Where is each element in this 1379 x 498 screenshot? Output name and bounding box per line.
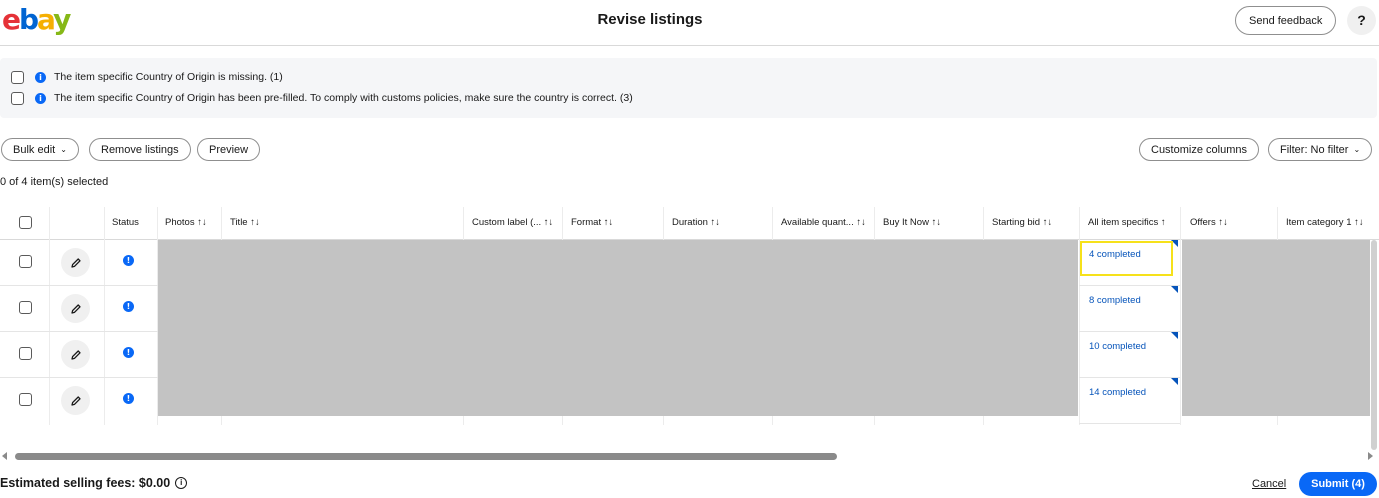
item-specifics-cell[interactable]: 8 completed (1079, 286, 1180, 332)
status-info-icon[interactable]: ! (123, 347, 134, 358)
send-feedback-button[interactable]: Send feedback (1235, 6, 1337, 35)
page-title: Revise listings (597, 11, 703, 28)
notice-text: The item specific Country of Origin is m… (54, 71, 283, 83)
notice-text: The item specific Country of Origin has … (54, 92, 633, 104)
customize-columns-button[interactable]: Customize columns (1139, 138, 1259, 161)
edit-listing-button[interactable] (61, 386, 90, 415)
pencil-icon (70, 303, 81, 314)
column-divider (49, 207, 50, 425)
scroll-left-arrow-icon[interactable] (2, 452, 7, 460)
item-specifics-link[interactable]: 8 completed (1089, 295, 1141, 306)
edit-listing-button[interactable] (61, 248, 90, 277)
info-icon: i (35, 92, 46, 104)
select-all-checkbox[interactable] (19, 216, 32, 229)
item-specifics-cell[interactable]: 10 completed (1079, 332, 1180, 378)
bulk-edit-button[interactable]: Bulk edit ⌄ (1, 138, 79, 161)
column-header-title[interactable]: Title ↑↓ (230, 207, 260, 239)
edit-listing-button[interactable] (61, 340, 90, 369)
row-divider (0, 377, 158, 378)
info-icon[interactable]: i (175, 477, 188, 489)
column-header-starting-bid[interactable]: Starting bid ↑↓ (992, 207, 1052, 239)
bulk-edit-label: Bulk edit (13, 143, 56, 156)
column-header-photos[interactable]: Photos ↑↓ (165, 207, 207, 239)
row-checkbox[interactable] (19, 393, 32, 406)
status-info-icon[interactable]: ! (123, 393, 134, 404)
column-header-status: Status (112, 217, 139, 228)
filter-label: Filter: No filter (1280, 143, 1349, 156)
edit-listing-button[interactable] (61, 294, 90, 323)
vertical-scrollbar[interactable] (1371, 240, 1377, 450)
column-header-custom-label[interactable]: Custom label (... ↑↓ (472, 207, 560, 239)
pencil-icon (70, 257, 81, 268)
redacted-listing-data (158, 240, 1078, 416)
cell-marker-icon (1171, 240, 1178, 247)
cell-marker-icon (1171, 286, 1178, 293)
column-header-buy-it-now[interactable]: Buy It Now ↑↓ (883, 207, 941, 239)
pencil-icon (70, 395, 81, 406)
notice-checkbox[interactable] (11, 70, 24, 84)
item-specifics-link[interactable]: 14 completed (1089, 387, 1146, 398)
page-header: ebay Revise listings Send feedback ? (0, 0, 1379, 46)
column-header-format[interactable]: Format ↑↓ (571, 207, 613, 239)
notice-row: i The item specific Country of Origin ha… (11, 90, 633, 106)
estimated-fees-text: Estimated selling fees: $0.00 (0, 476, 171, 490)
scroll-right-arrow-icon[interactable] (1368, 452, 1373, 460)
chevron-down-icon: ⌄ (60, 145, 67, 154)
column-header-item-category[interactable]: Item category 1 ↑↓ (1286, 207, 1378, 239)
submit-button[interactable]: Submit (4) (1299, 472, 1377, 496)
column-divider (104, 207, 105, 425)
pencil-icon (70, 349, 81, 360)
cell-marker-icon (1171, 332, 1178, 339)
column-header-offers[interactable]: Offers ↑↓ (1190, 207, 1228, 239)
selection-count: 0 of 4 item(s) selected (0, 176, 109, 188)
column-header-available-quantity[interactable]: Available quant... ↑↓ (781, 207, 871, 239)
notice-checkbox[interactable] (11, 91, 24, 105)
row-checkbox[interactable] (19, 301, 32, 314)
row-divider (0, 331, 158, 332)
estimated-fees: Estimated selling fees: $0.00 i (0, 476, 188, 490)
cancel-link[interactable]: Cancel (1252, 478, 1286, 490)
column-header-duration[interactable]: Duration ↑↓ (672, 207, 720, 239)
status-info-icon[interactable]: ! (123, 255, 134, 266)
row-checkbox[interactable] (19, 255, 32, 268)
redacted-listing-data (1182, 240, 1370, 416)
column-divider (1180, 207, 1181, 425)
row-divider (0, 285, 158, 286)
notice-row: i The item specific Country of Origin is… (11, 69, 283, 85)
cell-marker-icon (1171, 378, 1178, 385)
status-info-icon[interactable]: ! (123, 301, 134, 312)
row-checkbox[interactable] (19, 347, 32, 360)
help-button[interactable]: ? (1347, 6, 1376, 35)
notice-panel: i The item specific Country of Origin is… (0, 58, 1377, 118)
remove-listings-button[interactable]: Remove listings (89, 138, 191, 161)
item-specifics-link[interactable]: 10 completed (1089, 341, 1146, 352)
column-header-all-item-specifics[interactable]: All item specifics ↑ (1088, 207, 1166, 239)
item-specifics-cell[interactable]: 4 completed (1079, 240, 1180, 286)
filter-button[interactable]: Filter: No filter ⌄ (1268, 138, 1373, 161)
chevron-down-icon: ⌄ (1353, 145, 1361, 154)
preview-button[interactable]: Preview (197, 138, 261, 161)
item-specifics-link[interactable]: 4 completed (1089, 249, 1141, 260)
listings-table: Status Photos ↑↓ Title ↑↓ Custom label (… (0, 207, 1379, 425)
item-specifics-cell[interactable]: 14 completed (1079, 378, 1180, 424)
horizontal-scrollbar-thumb[interactable] (15, 453, 837, 460)
info-icon: i (35, 71, 46, 83)
